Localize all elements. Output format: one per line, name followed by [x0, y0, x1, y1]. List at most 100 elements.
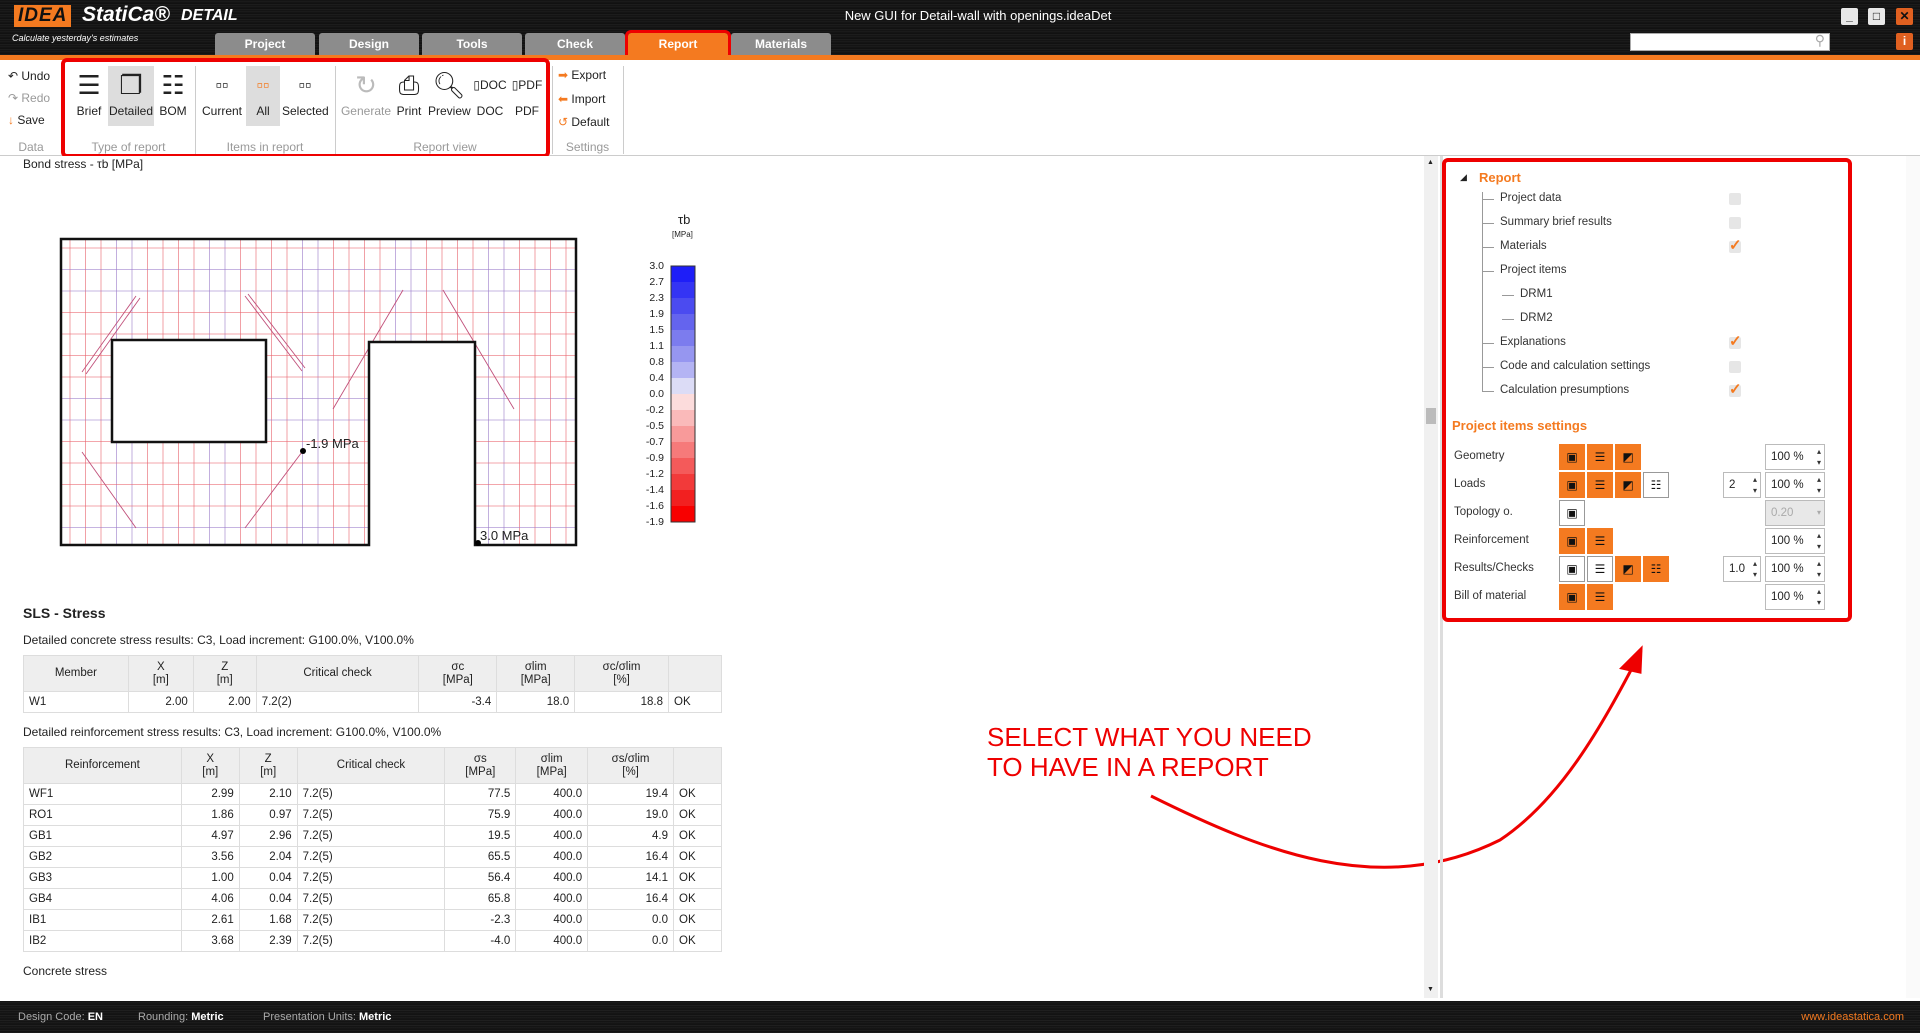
settings-row-label: Loads: [1454, 478, 1486, 490]
toggle-button[interactable]: ◩: [1615, 444, 1641, 470]
include-checkbox[interactable]: ✓: [1729, 238, 1742, 253]
search-input[interactable]: ⚲: [1630, 32, 1830, 51]
settings-row-label: Results/Checks: [1454, 562, 1534, 574]
tree-item[interactable]: Calculation presumptions: [1500, 384, 1629, 396]
save-button[interactable]: ↓ Save: [8, 113, 45, 127]
toggle-button[interactable]: ▣: [1559, 584, 1585, 610]
highlight-ribbon: [61, 58, 550, 158]
table-cell: GB4: [23, 888, 182, 910]
table-cell: 400.0: [515, 909, 589, 931]
reinforcement-caption: Detailed reinforcement stress results: C…: [23, 725, 442, 739]
scrollbar-thumb[interactable]: [1426, 408, 1436, 424]
minimize-button[interactable]: _: [1841, 8, 1858, 25]
table-cell: 16.4: [587, 888, 674, 910]
collapse-icon[interactable]: ◢: [1460, 172, 1467, 183]
toggle-button[interactable]: ▣: [1559, 528, 1585, 554]
toggle-button[interactable]: ☷: [1643, 556, 1669, 582]
column-header: Z [m]: [192, 655, 257, 692]
scroll-up-icon[interactable]: ▲: [1427, 159, 1434, 166]
table-cell: 400.0: [515, 888, 589, 910]
tab-project[interactable]: Project: [215, 33, 315, 56]
toggle-button[interactable]: ▣: [1559, 472, 1585, 498]
document-scrollbar[interactable]: ▲ ▼: [1424, 156, 1438, 998]
table-cell: 65.8: [444, 888, 517, 910]
toggle-button[interactable]: ☰: [1587, 472, 1613, 498]
table-header: Member X [m] Z [m] Critical check σc [MPa] σl…: [23, 655, 722, 692]
table-cell: 2.10: [238, 783, 298, 805]
settings-title: Project items settings: [1452, 418, 1588, 433]
tab-report[interactable]: Report: [625, 30, 731, 59]
topology-dropdown[interactable]: 0.20: [1765, 500, 1825, 526]
report-preview: Bond stress - τb [MPa] τb [MPa] 3.0 2.7 2.…: [0, 156, 1424, 998]
table-cell: 1.68: [238, 909, 298, 931]
tab-tools[interactable]: Tools: [422, 33, 522, 56]
toggle-button[interactable]: ▣: [1559, 444, 1585, 470]
import-button[interactable]: ⬅ Import: [558, 92, 605, 106]
undo-button[interactable]: ↶ Undo: [8, 69, 50, 83]
toggle-button[interactable]: ◩: [1615, 472, 1641, 498]
settings-row-label: Reinforcement: [1454, 534, 1529, 546]
toggle-button[interactable]: ☰: [1587, 444, 1613, 470]
include-checkbox[interactable]: [1729, 193, 1741, 205]
toggle-button[interactable]: ☷: [1643, 472, 1669, 498]
toggle-button[interactable]: ▣: [1559, 500, 1585, 526]
percent-spinner[interactable]: 100 %: [1765, 584, 1825, 610]
toggle-button[interactable]: ▣: [1559, 556, 1585, 582]
tree-item[interactable]: DRM2: [1520, 312, 1553, 324]
include-checkbox[interactable]: ✓: [1729, 382, 1742, 397]
table-row: GB3 1.00 0.04 7.2(5) 56.4 400.0 14.1 OK: [23, 867, 722, 889]
colorbar-label: -1.2: [645, 468, 664, 480]
count-spinner[interactable]: 1.0: [1723, 556, 1761, 582]
tree-item[interactable]: Materials: [1500, 240, 1547, 252]
column-header: σlim [MPa]: [496, 655, 576, 692]
info-button[interactable]: i: [1896, 33, 1913, 50]
tree-item[interactable]: Project data: [1500, 192, 1561, 204]
table-cell: OK: [673, 888, 722, 910]
concrete-caption: Detailed concrete stress results: C3, Lo…: [23, 633, 414, 647]
percent-spinner[interactable]: 100 %: [1765, 528, 1825, 554]
window-title: New GUI for Detail-wall with openings.id…: [844, 8, 1112, 23]
toggle-button[interactable]: ☰: [1587, 528, 1613, 554]
tree-item[interactable]: Project items: [1500, 264, 1566, 276]
maximize-button[interactable]: □: [1868, 8, 1885, 25]
percent-spinner[interactable]: 100 %: [1765, 444, 1825, 470]
tab-design[interactable]: Design: [319, 33, 419, 56]
close-button[interactable]: ✕: [1896, 8, 1913, 25]
include-checkbox[interactable]: [1729, 217, 1741, 229]
default-button[interactable]: ↺ Default: [558, 115, 609, 129]
reinforcement-stress-table: Reinforcement X [m] Z [m] Critical check σs …: [23, 747, 722, 952]
percent-spinner[interactable]: 100 %: [1765, 556, 1825, 582]
tree-item[interactable]: Explanations: [1500, 336, 1566, 348]
count-spinner[interactable]: 2: [1723, 472, 1761, 498]
export-button[interactable]: ➡ Export: [558, 68, 606, 82]
divider: [623, 66, 624, 154]
tree-item[interactable]: Code and calculation settings: [1500, 360, 1650, 372]
toggle-button[interactable]: ☰: [1587, 584, 1613, 610]
report-settings-panel: ◢ Report Project data Summary brief resul…: [1442, 158, 1852, 622]
panel-scrollbar[interactable]: [1906, 156, 1920, 998]
undo-icon: ↶: [8, 69, 22, 83]
tab-check[interactable]: Check: [525, 33, 625, 56]
colorbar-label: -0.5: [645, 420, 664, 432]
tree-item[interactable]: DRM1: [1520, 288, 1553, 300]
tree-item[interactable]: Summary brief results: [1500, 216, 1612, 228]
include-checkbox[interactable]: [1729, 361, 1741, 373]
table-cell: 65.5: [444, 846, 517, 868]
colorbar-band: [671, 346, 695, 363]
website-link[interactable]: www.ideastatica.com: [1801, 1001, 1904, 1033]
toggle-button[interactable]: ◩: [1615, 556, 1641, 582]
colorbar-band: [671, 362, 695, 379]
table-row: GB2 3.56 2.04 7.2(5) 65.5 400.0 16.4 OK: [23, 846, 722, 868]
percent-spinner[interactable]: 100 %: [1765, 472, 1825, 498]
toggle-button[interactable]: ☰: [1587, 556, 1613, 582]
colorbar-label: 1.5: [649, 324, 664, 336]
table-cell: 1.86: [180, 804, 240, 826]
table-cell: OK: [673, 783, 722, 805]
settings-row-label: Geometry: [1454, 450, 1505, 462]
include-checkbox[interactable]: ✓: [1729, 334, 1742, 349]
table-cell: OK: [673, 825, 722, 847]
redo-button[interactable]: ↷ Redo: [8, 91, 50, 105]
import-label: Import: [571, 92, 606, 106]
scroll-down-icon[interactable]: ▼: [1427, 986, 1434, 993]
tab-materials[interactable]: Materials: [731, 33, 831, 56]
